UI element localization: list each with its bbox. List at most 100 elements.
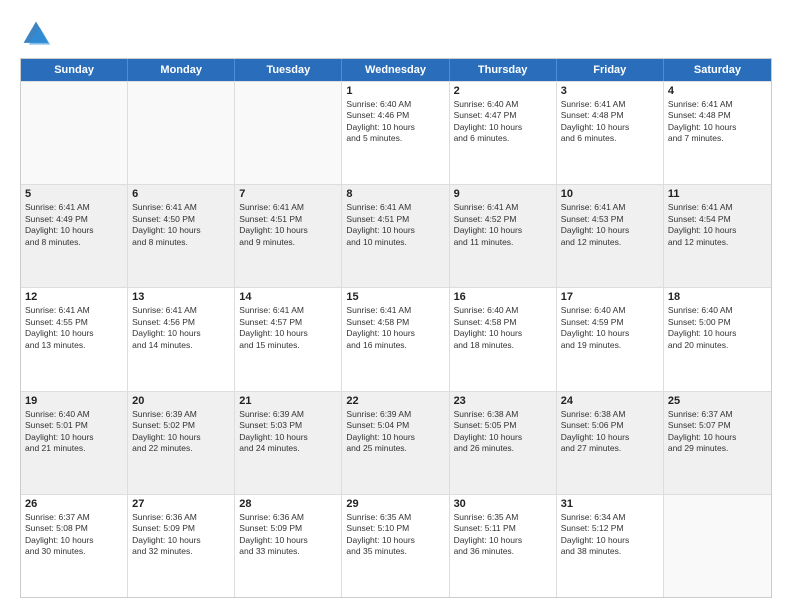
calendar-cell: 3Sunrise: 6:41 AM Sunset: 4:48 PM Daylig…	[557, 82, 664, 184]
calendar-cell: 1 Sunrise: 6:40 AM Sunset: 4:46 PM Daylig…	[342, 82, 449, 184]
calendar-cell: 11 Sunrise: 6:41 AM Sunset: 4:54 PM Dayli…	[664, 185, 771, 287]
calendar-cell: 26 Sunrise: 6:37 AM Sunset: 5:08 PM Dayli…	[21, 495, 128, 597]
day-info: Sunrise: 6:38 AM Sunset: 5:06 PM Dayligh…	[561, 409, 659, 455]
calendar-cell: 21 Sunrise: 6:39 AM Sunset: 5:03 PM Dayli…	[235, 392, 342, 494]
calendar-cell: 28 Sunrise: 6:36 AM Sunset: 5:09 PM Dayli…	[235, 495, 342, 597]
day-number: 23	[454, 395, 552, 407]
day-info: Sunrise: 6:41 AM Sunset: 4:54 PM Dayligh…	[668, 202, 767, 248]
calendar-cell: 19 Sunrise: 6:40 AM Sunset: 5:01 PM Dayli…	[21, 392, 128, 494]
day-number: 19	[25, 395, 123, 407]
calendar-header-cell: Wednesday	[342, 59, 449, 81]
day-number: 29	[346, 498, 444, 510]
day-info: Sunrise: 6:37 AM Sunset: 5:07 PM Dayligh…	[668, 409, 767, 455]
day-number: 21	[239, 395, 337, 407]
calendar-week-row: 12 Sunrise: 6:41 AM Sunset: 4:55 PM Dayli…	[21, 287, 771, 390]
day-info: Sunrise: 6:41 AM Sunset: 4:52 PM Dayligh…	[454, 202, 552, 248]
day-info: Sunrise: 6:40 AM Sunset: 4:46 PM Dayligh…	[346, 99, 444, 145]
day-info: Sunrise: 6:41 AM Sunset: 4:55 PM Dayligh…	[25, 305, 123, 351]
calendar-cell-empty	[21, 82, 128, 184]
calendar-cell: 18 Sunrise: 6:40 AM Sunset: 5:00 PM Dayli…	[664, 288, 771, 390]
day-info: Sunrise: 6:38 AM Sunset: 5:05 PM Dayligh…	[454, 409, 552, 455]
calendar-header-cell: Thursday	[450, 59, 557, 81]
day-number: 22	[346, 395, 444, 407]
day-number: 15	[346, 291, 444, 303]
calendar-cell: 12 Sunrise: 6:41 AM Sunset: 4:55 PM Dayli…	[21, 288, 128, 390]
calendar-body: 1 Sunrise: 6:40 AM Sunset: 4:46 PM Daylig…	[21, 81, 771, 597]
day-number: 13	[132, 291, 230, 303]
calendar-header-cell: Friday	[557, 59, 664, 81]
calendar-week-row: 5 Sunrise: 6:41 AM Sunset: 4:49 PM Daylig…	[21, 184, 771, 287]
calendar-cell: 20 Sunrise: 6:39 AM Sunset: 5:02 PM Dayli…	[128, 392, 235, 494]
day-info: Sunrise: 6:37 AM Sunset: 5:08 PM Dayligh…	[25, 512, 123, 558]
calendar-cell: 30 Sunrise: 6:35 AM Sunset: 5:11 PM Dayli…	[450, 495, 557, 597]
calendar-cell: 17 Sunrise: 6:40 AM Sunset: 4:59 PM Dayli…	[557, 288, 664, 390]
calendar-cell-empty	[235, 82, 342, 184]
calendar-cell: 25 Sunrise: 6:37 AM Sunset: 5:07 PM Dayli…	[664, 392, 771, 494]
day-info: Sunrise: 6:41 AM Sunset: 4:48 PM Dayligh…	[668, 99, 767, 145]
day-number: 1	[346, 85, 444, 97]
day-info: Sunrise: 6:41 AM Sunset: 4:51 PM Dayligh…	[346, 202, 444, 248]
calendar-week-row: 19 Sunrise: 6:40 AM Sunset: 5:01 PM Dayli…	[21, 391, 771, 494]
day-info: Sunrise: 6:41 AM Sunset: 4:57 PM Dayligh…	[239, 305, 337, 351]
logo-icon	[20, 18, 52, 50]
day-number: 27	[132, 498, 230, 510]
calendar-cell: 9 Sunrise: 6:41 AM Sunset: 4:52 PM Daylig…	[450, 185, 557, 287]
day-number: 12	[25, 291, 123, 303]
calendar-cell-empty	[664, 495, 771, 597]
day-number: 30	[454, 498, 552, 510]
logo	[20, 18, 56, 50]
calendar-cell: 29Sunrise: 6:35 AM Sunset: 5:10 PM Dayli…	[342, 495, 449, 597]
calendar-header-cell: Tuesday	[235, 59, 342, 81]
day-number: 18	[668, 291, 767, 303]
day-info: Sunrise: 6:41 AM Sunset: 4:49 PM Dayligh…	[25, 202, 123, 248]
calendar-cell: 2Sunrise: 6:40 AM Sunset: 4:47 PM Daylig…	[450, 82, 557, 184]
calendar-cell: 31Sunrise: 6:34 AM Sunset: 5:12 PM Dayli…	[557, 495, 664, 597]
day-info: Sunrise: 6:40 AM Sunset: 5:01 PM Dayligh…	[25, 409, 123, 455]
day-info: Sunrise: 6:40 AM Sunset: 4:59 PM Dayligh…	[561, 305, 659, 351]
day-info: Sunrise: 6:35 AM Sunset: 5:11 PM Dayligh…	[454, 512, 552, 558]
day-info: Sunrise: 6:39 AM Sunset: 5:03 PM Dayligh…	[239, 409, 337, 455]
calendar-header-cell: Sunday	[21, 59, 128, 81]
day-number: 17	[561, 291, 659, 303]
calendar-cell: 16Sunrise: 6:40 AM Sunset: 4:58 PM Dayli…	[450, 288, 557, 390]
day-number: 11	[668, 188, 767, 200]
day-info: Sunrise: 6:41 AM Sunset: 4:51 PM Dayligh…	[239, 202, 337, 248]
day-number: 20	[132, 395, 230, 407]
day-info: Sunrise: 6:39 AM Sunset: 5:02 PM Dayligh…	[132, 409, 230, 455]
day-number: 9	[454, 188, 552, 200]
day-info: Sunrise: 6:41 AM Sunset: 4:48 PM Dayligh…	[561, 99, 659, 145]
header	[20, 18, 772, 50]
calendar-cell: 10Sunrise: 6:41 AM Sunset: 4:53 PM Dayli…	[557, 185, 664, 287]
calendar-cell: 27 Sunrise: 6:36 AM Sunset: 5:09 PM Dayli…	[128, 495, 235, 597]
calendar-cell: 13Sunrise: 6:41 AM Sunset: 4:56 PM Dayli…	[128, 288, 235, 390]
day-number: 4	[668, 85, 767, 97]
calendar: SundayMondayTuesdayWednesdayThursdayFrid…	[20, 58, 772, 598]
day-info: Sunrise: 6:41 AM Sunset: 4:50 PM Dayligh…	[132, 202, 230, 248]
day-info: Sunrise: 6:36 AM Sunset: 5:09 PM Dayligh…	[132, 512, 230, 558]
day-info: Sunrise: 6:36 AM Sunset: 5:09 PM Dayligh…	[239, 512, 337, 558]
day-number: 26	[25, 498, 123, 510]
calendar-cell: 4 Sunrise: 6:41 AM Sunset: 4:48 PM Daylig…	[664, 82, 771, 184]
calendar-week-row: 26 Sunrise: 6:37 AM Sunset: 5:08 PM Dayli…	[21, 494, 771, 597]
day-number: 6	[132, 188, 230, 200]
calendar-cell: 22 Sunrise: 6:39 AM Sunset: 5:04 PM Dayli…	[342, 392, 449, 494]
day-info: Sunrise: 6:40 AM Sunset: 5:00 PM Dayligh…	[668, 305, 767, 351]
day-number: 25	[668, 395, 767, 407]
calendar-cell: 14Sunrise: 6:41 AM Sunset: 4:57 PM Dayli…	[235, 288, 342, 390]
day-number: 2	[454, 85, 552, 97]
calendar-header-cell: Saturday	[664, 59, 771, 81]
calendar-cell: 15Sunrise: 6:41 AM Sunset: 4:58 PM Dayli…	[342, 288, 449, 390]
day-number: 31	[561, 498, 659, 510]
day-number: 28	[239, 498, 337, 510]
day-number: 5	[25, 188, 123, 200]
calendar-header-cell: Monday	[128, 59, 235, 81]
day-number: 8	[346, 188, 444, 200]
calendar-cell: 8 Sunrise: 6:41 AM Sunset: 4:51 PM Daylig…	[342, 185, 449, 287]
day-info: Sunrise: 6:41 AM Sunset: 4:53 PM Dayligh…	[561, 202, 659, 248]
day-number: 24	[561, 395, 659, 407]
day-info: Sunrise: 6:40 AM Sunset: 4:58 PM Dayligh…	[454, 305, 552, 351]
calendar-week-row: 1 Sunrise: 6:40 AM Sunset: 4:46 PM Daylig…	[21, 81, 771, 184]
calendar-cell: 6 Sunrise: 6:41 AM Sunset: 4:50 PM Daylig…	[128, 185, 235, 287]
calendar-cell: 23 Sunrise: 6:38 AM Sunset: 5:05 PM Dayli…	[450, 392, 557, 494]
day-info: Sunrise: 6:39 AM Sunset: 5:04 PM Dayligh…	[346, 409, 444, 455]
